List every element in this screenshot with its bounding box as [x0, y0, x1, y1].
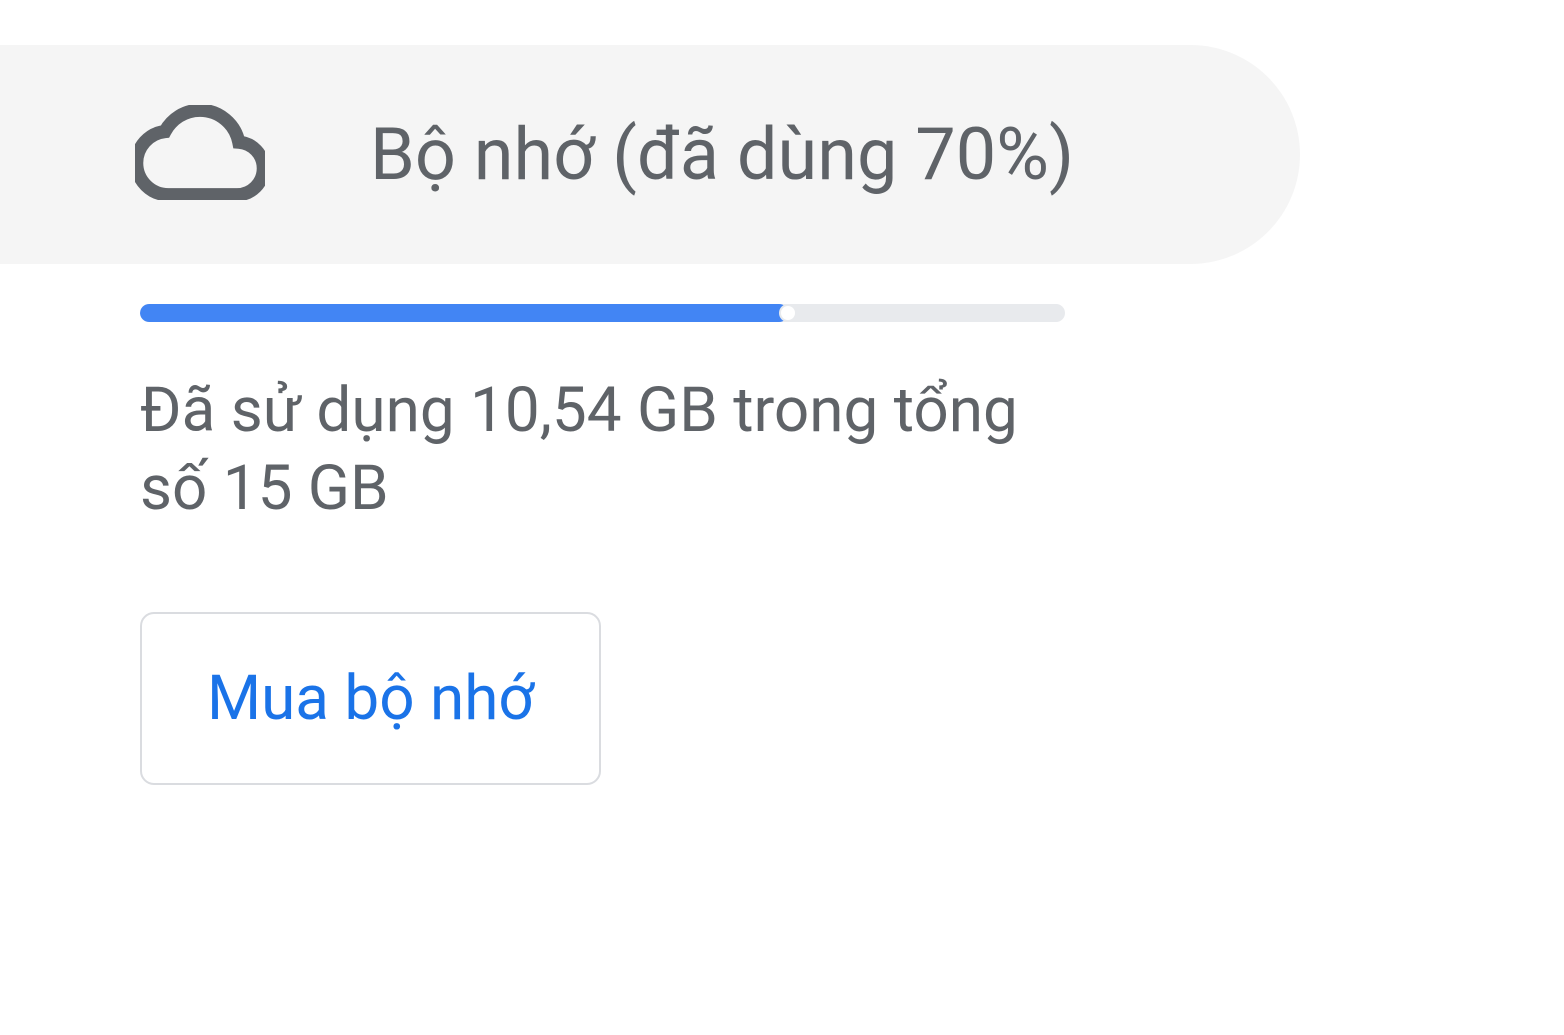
buy-storage-button[interactable]: Mua bộ nhớ [140, 612, 601, 785]
storage-body: Đã sử dụng 10,54 GB trong tổng số 15 GB … [0, 264, 1564, 785]
storage-usage-text: Đã sử dụng 10,54 GB trong tổng số 15 GB [140, 372, 1040, 527]
storage-header[interactable]: Bộ nhớ (đã dùng 70%) [0, 45, 1300, 264]
storage-progress-fill [140, 304, 788, 322]
storage-progress-bar [140, 304, 1065, 322]
storage-title: Bộ nhớ (đã dùng 70%) [370, 112, 1074, 197]
cloud-icon [135, 105, 265, 204]
